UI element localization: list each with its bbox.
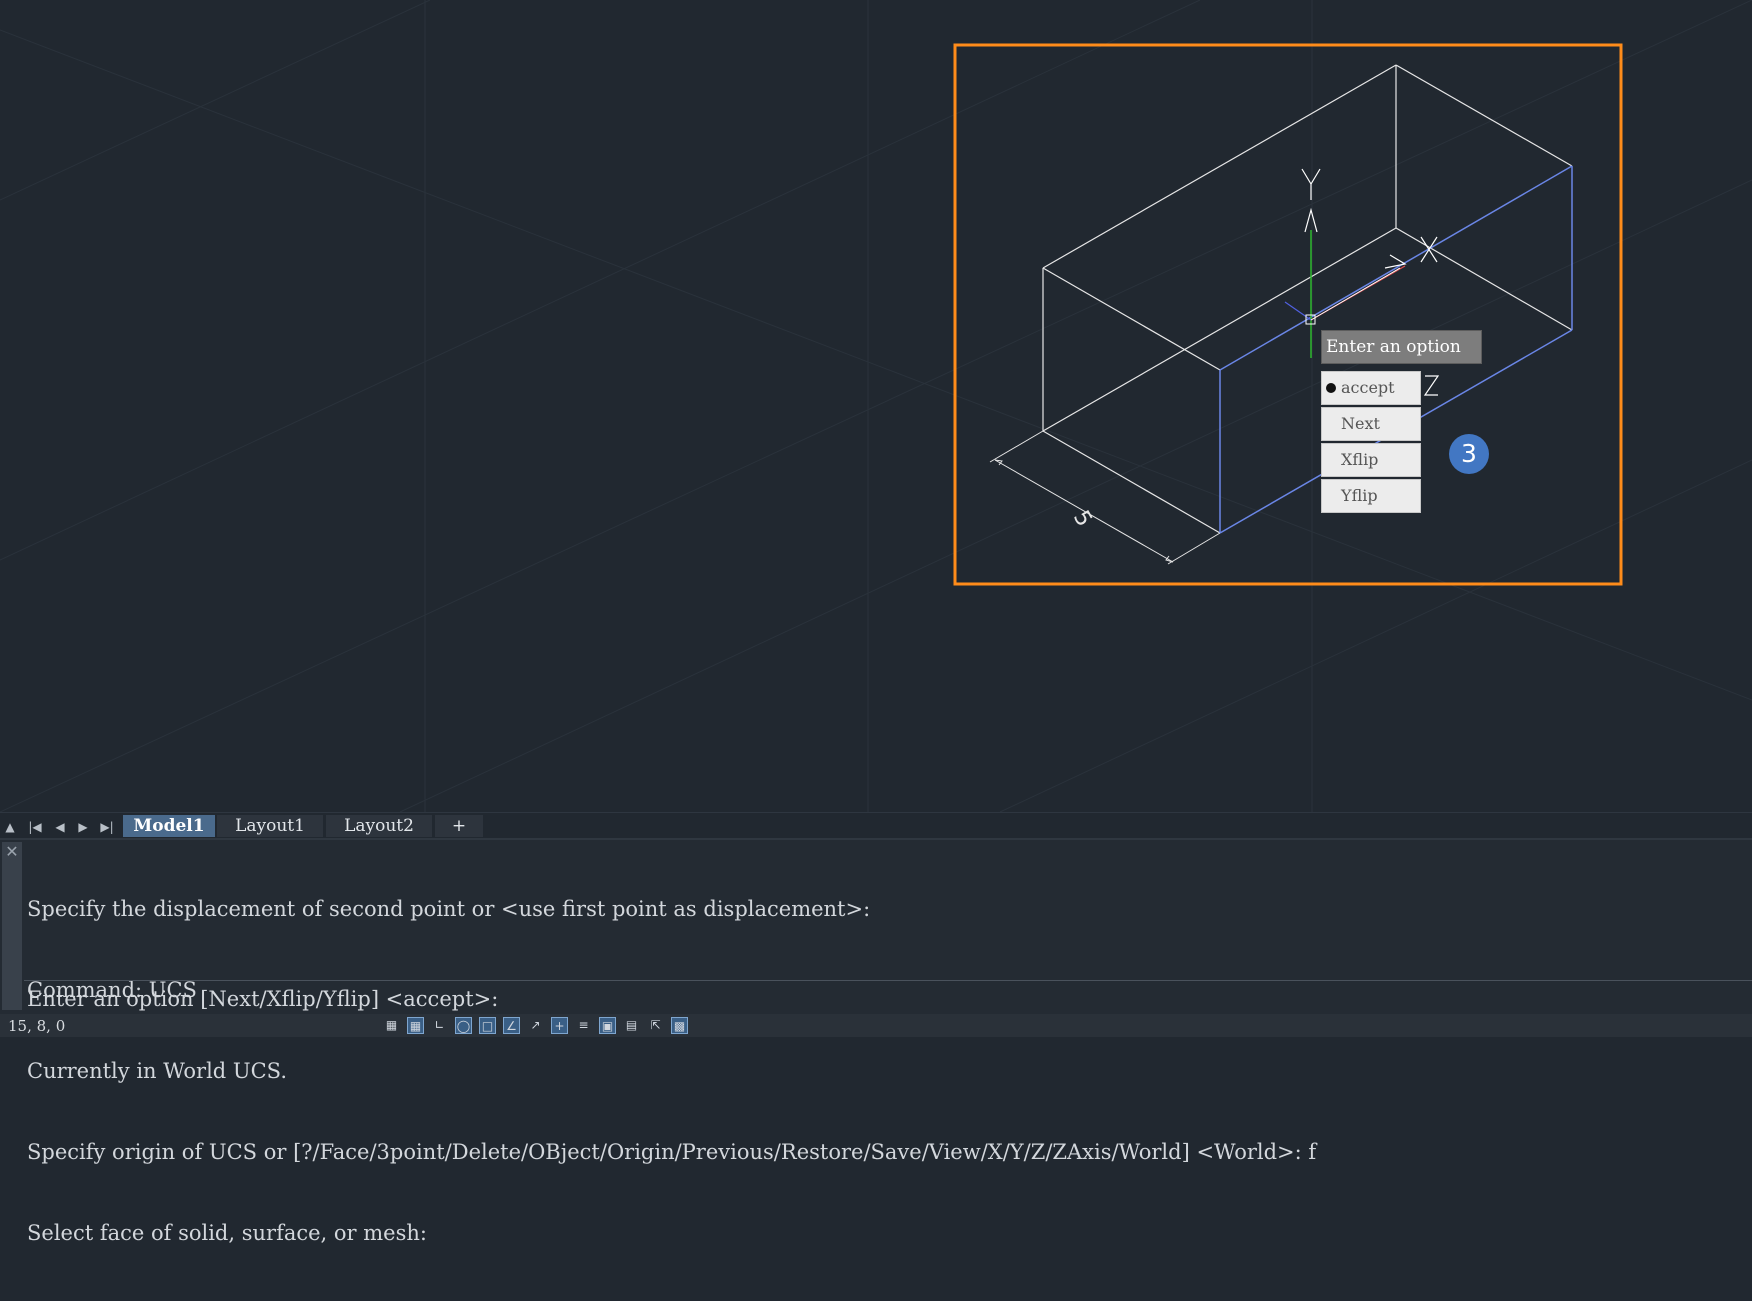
menu-item-label: Yflip xyxy=(1341,486,1378,505)
next-tab-icon[interactable]: ▶ xyxy=(73,817,93,837)
close-icon[interactable]: ✕ xyxy=(2,842,22,1010)
last-tab-icon[interactable]: ▶| xyxy=(97,817,117,837)
object-snap-icon[interactable]: □ xyxy=(479,1017,496,1034)
scroll-up-icon[interactable]: ▲ xyxy=(0,817,20,837)
divider xyxy=(24,980,1752,981)
status-bar: 15, 8, 0 ▦ ▦ ∟ ◯ □ ∠ ↗ + ≡ ▣ ▤ ⇱ ▩ xyxy=(0,1014,1752,1037)
menu-item-xflip[interactable]: Xflip xyxy=(1321,443,1421,477)
tab-model[interactable]: Model1 xyxy=(123,815,215,837)
quick-properties-icon[interactable]: ▤ xyxy=(623,1017,640,1034)
annotation-monitor-icon[interactable]: ▩ xyxy=(671,1017,688,1034)
selected-dot-icon xyxy=(1326,383,1336,393)
snap-tracking-icon[interactable]: ∠ xyxy=(503,1017,520,1034)
tab-layout2[interactable]: Layout2 xyxy=(326,815,432,837)
coordinates-readout: 15, 8, 0 xyxy=(8,1017,66,1035)
grid-display-icon[interactable]: ▦ xyxy=(383,1017,400,1034)
dynamic-ucs-icon[interactable]: ↗ xyxy=(527,1017,544,1034)
selection-cycling-icon[interactable]: ⇱ xyxy=(647,1017,664,1034)
command-window: ✕ Specify the displacement of second poi… xyxy=(0,840,1752,1245)
transparency-icon[interactable]: ▣ xyxy=(599,1017,616,1034)
history-line: Currently in World UCS. xyxy=(27,1059,287,1083)
first-tab-icon[interactable]: |◀ xyxy=(25,817,45,837)
dimension xyxy=(989,430,1221,565)
menu-item-accept[interactable]: accept xyxy=(1321,371,1421,405)
options-menu[interactable]: accept Next Xflip Yflip xyxy=(1321,371,1421,515)
menu-item-next[interactable]: Next xyxy=(1321,407,1421,441)
menu-item-label: Next xyxy=(1341,414,1380,433)
layout-tab-bar: ▲ |◀ ◀ ▶ ▶| Model1 Layout1 Layout2 + xyxy=(0,812,1752,839)
option-tooltip: Enter an option xyxy=(1321,330,1482,364)
command-input[interactable]: Enter an option [Next/Xflip/Yflip] <acce… xyxy=(27,985,498,1013)
box-wireframe[interactable] xyxy=(1042,64,1573,534)
grid xyxy=(0,0,1752,812)
history-line: Select face of solid, surface, or mesh: xyxy=(27,1221,427,1245)
highlight-frame xyxy=(953,43,1623,586)
dimension-value: 5 xyxy=(1068,507,1097,532)
lineweight-icon[interactable]: ≡ xyxy=(575,1017,592,1034)
step-badge: 3 xyxy=(1449,434,1489,474)
tab-layout1[interactable]: Layout1 xyxy=(217,815,323,837)
ortho-icon[interactable]: ∟ xyxy=(431,1017,448,1034)
add-layout-button[interactable]: + xyxy=(435,815,483,837)
history-line: Specify origin of UCS or [?/Face/3point/… xyxy=(27,1140,1317,1164)
snap-grid-icon[interactable]: ▦ xyxy=(407,1017,424,1034)
menu-item-label: accept xyxy=(1341,378,1395,397)
menu-item-yflip[interactable]: Yflip xyxy=(1321,479,1421,513)
history-line: Specify the displacement of second point… xyxy=(27,897,871,921)
drawing-canvas[interactable]: 5 xyxy=(0,0,1752,812)
command-history: Specify the displacement of second point… xyxy=(27,842,1316,1301)
polar-tracking-icon[interactable]: ◯ xyxy=(455,1017,472,1034)
menu-item-label: Xflip xyxy=(1341,450,1379,469)
prev-tab-icon[interactable]: ◀ xyxy=(50,817,70,837)
dynamic-input-icon[interactable]: + xyxy=(551,1017,568,1034)
